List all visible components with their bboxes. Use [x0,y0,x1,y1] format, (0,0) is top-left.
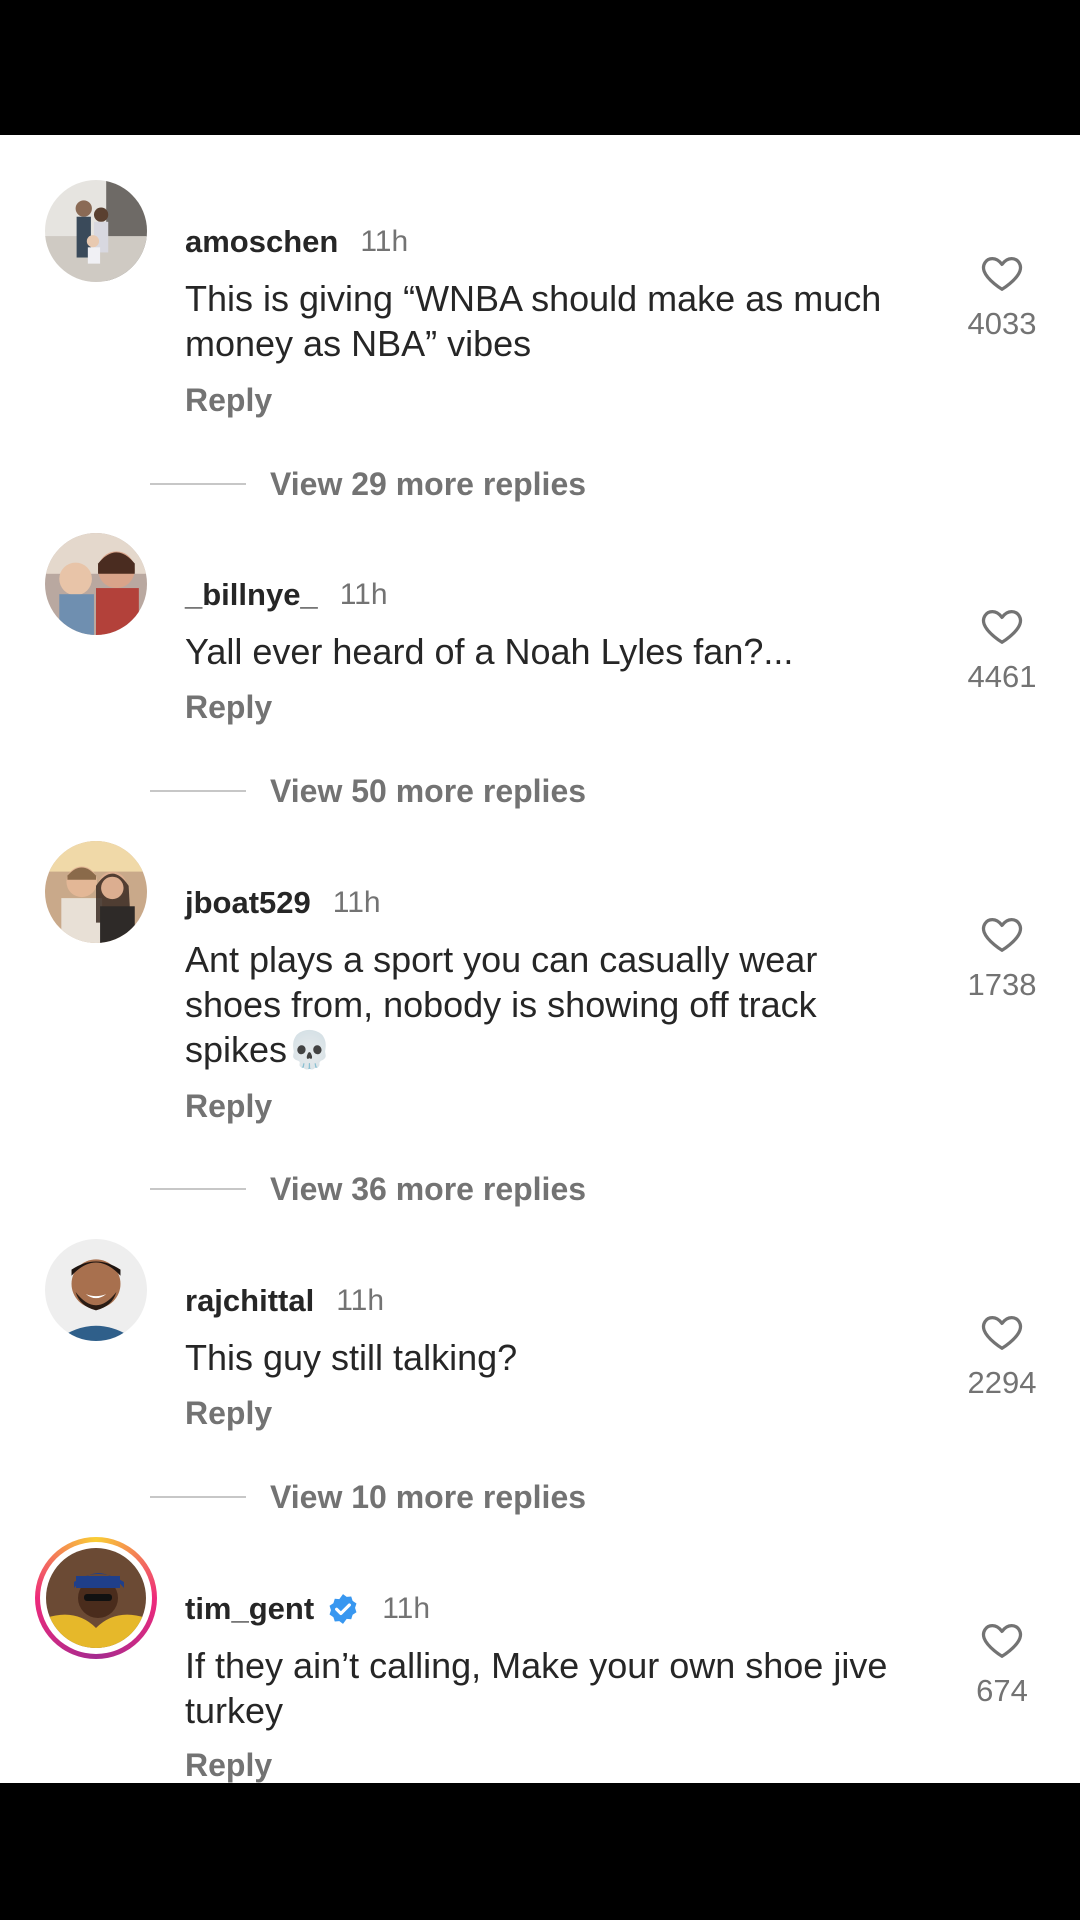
view-replies-label: View 29 more replies [270,465,587,502]
divider-line [150,483,246,485]
view-replies-label: View 36 more replies [270,1170,587,1207]
smiling-man-avatar-icon [45,1239,147,1341]
username[interactable]: tim_gent [185,1591,314,1627]
timestamp: 11h [360,225,409,258]
avatar[interactable] [35,1537,157,1659]
username[interactable]: _billnye_ [185,577,318,613]
username[interactable]: jboat529 [185,885,311,921]
like-count: 1738 [967,967,1037,1002]
view-replies-label: View 10 more replies [270,1478,587,1515]
divider-line [150,1188,246,1190]
view-replies-button[interactable]: View 50 more replies [150,769,750,813]
family-photo-avatar-icon [45,180,147,282]
story-ring-avatar-icon [46,1548,146,1648]
verified-badge-icon [329,1594,357,1624]
timestamp: 11h [332,886,381,919]
reply-button[interactable]: Reply [185,1747,272,1783]
username[interactable]: amoschen [185,224,338,260]
like-count: 2294 [967,1365,1037,1400]
timestamp: 11h [382,1592,431,1625]
like-button[interactable]: 1738 [960,911,1044,1003]
comment-text: If they ain’t calling, Make your own sho… [185,1645,888,1731]
reply-button[interactable]: Reply [185,1088,272,1125]
like-button[interactable]: 4033 [960,250,1044,342]
story-ring [40,1542,152,1654]
view-replies-button[interactable]: View 29 more replies [150,462,750,506]
reply-button[interactable]: Reply [185,1395,272,1432]
username[interactable]: rajchittal [185,1283,314,1319]
like-count: 674 [976,1673,1028,1708]
avatar[interactable] [45,533,147,635]
heart-icon [981,917,1023,952]
avatar[interactable] [45,1239,147,1341]
view-replies-button[interactable]: View 36 more replies [150,1167,750,1211]
heart-icon [981,1315,1023,1350]
heart-icon [981,1623,1023,1658]
like-count: 4461 [967,659,1037,694]
like-button[interactable]: 2294 [960,1309,1044,1401]
divider-line [150,790,246,792]
divider-line [150,1496,246,1498]
like-count: 4033 [967,306,1037,341]
comment-text: Yall ever heard of a Noah Lyles fan?... [185,631,794,672]
timestamp: 11h [336,1284,385,1317]
view-replies-label: View 50 more replies [270,772,587,809]
avatar[interactable] [45,180,147,282]
like-button[interactable]: 4461 [960,603,1044,695]
avatar[interactable] [45,841,147,943]
timestamp: 11h [339,578,388,611]
view-replies-button[interactable]: View 10 more replies [150,1475,750,1519]
heart-icon [981,256,1023,291]
reply-button[interactable]: Reply [185,382,272,419]
comments-panel: amoschen 11h This is giving “WNBA should… [0,135,1080,1783]
comment-text: This guy still talking? [185,1337,518,1378]
comment-text: Ant plays a sport you can casually wear … [185,939,818,1070]
two-people-photo-avatar-icon [45,533,147,635]
heart-icon [981,609,1023,644]
like-button[interactable]: 674 [960,1617,1044,1709]
reply-button[interactable]: Reply [185,689,272,726]
comment-text: This is giving “WNBA should make as much… [185,278,882,364]
couple-photo-avatar-icon [45,841,147,943]
